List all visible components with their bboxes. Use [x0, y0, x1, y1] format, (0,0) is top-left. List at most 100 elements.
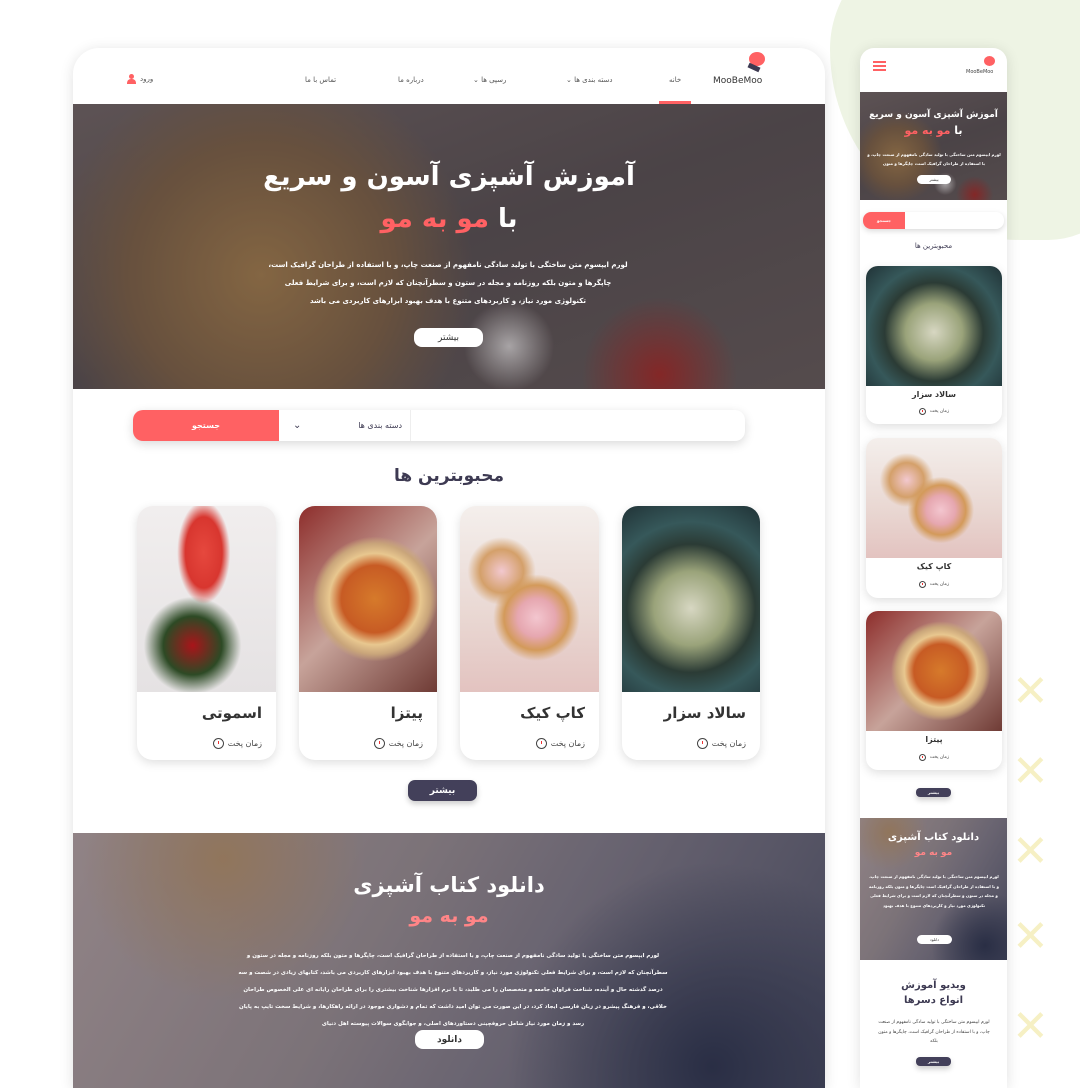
nav-recipes-label: رسپی ها: [481, 76, 507, 84]
nav-recipes[interactable]: رسپی ها ⌄: [473, 76, 506, 84]
hero-subtitle-with: با: [497, 204, 518, 234]
hero-more-button[interactable]: بیشتر: [414, 328, 483, 347]
decor-x-icon: ✕: [1012, 666, 1049, 717]
download-button[interactable]: دانلود: [415, 1030, 484, 1049]
hero-banner: آموزش آشپزی آسون و سریع با مو به مو لورم…: [73, 104, 825, 389]
clock-icon: [535, 738, 547, 749]
chevron-down-icon: ⌄: [473, 76, 479, 84]
clock-icon: [696, 738, 708, 749]
mobile-recipe-card[interactable]: سالاد سزار زمان پخت: [866, 266, 1002, 424]
hero-subtitle-accent: مو به مو: [380, 204, 489, 234]
cook-time-label: زمان پخت: [388, 739, 423, 748]
hero-subtitle: با مو به مو: [73, 204, 825, 234]
header-nav: MooBeMoo خانه دسته بندی ها ⌄ رسپی ها ⌄ د…: [73, 48, 825, 104]
recipe-card[interactable]: اسموتی زمان پخت: [137, 506, 276, 760]
nav-categories-label: دسته بندی ها: [574, 76, 613, 84]
hamburger-menu-icon[interactable]: [873, 61, 886, 71]
mobile-hero-more-button[interactable]: بیشتر: [917, 175, 951, 184]
mobile-video-title: ویدیو آموزش انواع دسرها: [860, 978, 1007, 1008]
brand-logo-text: MooBeMoo: [966, 69, 994, 75]
recipe-card[interactable]: کاپ کیک زمان پخت: [460, 506, 599, 760]
category-select-value: دسته بندی ها: [358, 421, 402, 430]
clock-icon: [918, 581, 926, 588]
mobile-search-input[interactable]: [905, 212, 1004, 229]
recipe-name: اسموتی: [201, 704, 262, 722]
search-button[interactable]: جستجو: [133, 410, 279, 441]
cook-time-label: زمان پخت: [711, 739, 746, 748]
popular-more-button[interactable]: بیشتر: [408, 780, 477, 801]
mobile-download-accent: مو به مو: [914, 848, 953, 858]
mobile-search-bar: جستجو: [863, 212, 1004, 229]
mobile-recipe-card[interactable]: کاپ کیک زمان پخت: [866, 438, 1002, 598]
login-label: ورود: [140, 75, 154, 83]
mobile-video-title-line2: انواع دسرها: [903, 995, 964, 1006]
decor-x-icon: ✕: [1012, 1001, 1049, 1052]
recipe-name: کاپ کیک: [916, 562, 952, 571]
mobile-search-button[interactable]: جستجو: [863, 212, 905, 229]
mobile-popular-title: محبوبترین ها: [914, 242, 953, 250]
cook-time-label: زمان پخت: [929, 409, 950, 414]
cook-time-label: زمان پخت: [227, 739, 262, 748]
download-paragraph: لورم ایپسوم متن ساختگی با تولید سادگی نا…: [238, 953, 668, 1027]
cook-time: زمان پخت: [535, 738, 585, 749]
recipe-name: سالاد سزار: [912, 390, 956, 399]
mobile-hero: آموزش آشپزی آسون و سریع با مو به مو لورم…: [860, 92, 1007, 200]
chevron-down-icon: ⌄: [566, 76, 572, 84]
cook-time-label: زمان پخت: [929, 582, 950, 587]
category-select[interactable]: ⌄ دسته بندی ها: [279, 410, 411, 441]
recipe-image: [622, 506, 760, 692]
search-input[interactable]: [411, 410, 745, 441]
clock-icon: [373, 738, 385, 749]
recipe-image: [460, 506, 599, 692]
mobile-hero-paragraph: لورم ایپسوم متن ساختگی با تولید سادگی نا…: [867, 152, 1001, 166]
nav-contact[interactable]: تماس با ما: [305, 76, 336, 84]
recipe-image: [866, 266, 1002, 386]
download-banner: دانلود کتاب آشپزی مو به مو لورم ایپسوم م…: [73, 833, 825, 1088]
nav-home[interactable]: خانه: [669, 76, 681, 84]
recipe-card[interactable]: پیتزا زمان پخت: [299, 506, 437, 760]
mobile-hero-accent: مو به مو: [904, 124, 951, 137]
cook-time: زمان پخت: [212, 738, 262, 749]
mobile-video-more-button[interactable]: بیشتر: [916, 1057, 951, 1066]
mobile-more-button[interactable]: بیشتر: [916, 788, 951, 797]
login-link[interactable]: ورود: [127, 74, 153, 84]
nav-about[interactable]: درباره ما: [398, 76, 424, 84]
decor-x-icon: ✕: [1012, 826, 1049, 877]
recipe-name: سالاد سزار: [663, 704, 746, 722]
clock-icon: [918, 408, 926, 415]
clock-icon: [918, 754, 926, 761]
chevron-down-icon: ⌄: [293, 420, 302, 431]
mobile-hero-with: با: [954, 124, 963, 137]
mobile-hero-title: آموزش آشپزی آسون و سریع: [869, 110, 998, 120]
recipe-card[interactable]: سالاد سزار زمان پخت: [622, 506, 760, 760]
recipe-name: پیتزا: [390, 704, 423, 722]
cook-time-label: زمان پخت: [550, 739, 585, 748]
recipe-name: پیتزا: [925, 735, 943, 744]
mobile-video-title-line1: ویدیو آموزش: [901, 980, 966, 991]
recipe-name: کاپ کیک: [520, 704, 585, 722]
mobile-download-title: دانلود کتاب آشپزی: [887, 832, 980, 843]
mobile-video-paragraph: لورم ایپسوم متن ساختگی با تولید سادگی نا…: [878, 1020, 990, 1044]
popular-title: محبوبترین ها: [393, 466, 505, 486]
decor-x-icon: ✕: [1012, 746, 1049, 797]
recipe-image: [299, 506, 437, 692]
recipe-image: [866, 438, 1002, 558]
cook-time: زمان پخت: [866, 408, 1002, 415]
mobile-download-paragraph: لورم ایپسوم متن ساختگی با تولید سادگی نا…: [868, 874, 1000, 908]
download-title: دانلود کتاب آشپزی: [353, 873, 545, 897]
mobile-recipe-card[interactable]: پیتزا زمان پخت: [866, 611, 1002, 770]
cook-time: زمان پخت: [866, 581, 1002, 588]
user-icon: [127, 74, 136, 84]
cook-time: زمان پخت: [696, 738, 746, 749]
download-accent: مو به مو: [409, 905, 489, 927]
recipe-image: [866, 611, 1002, 731]
nav-categories[interactable]: دسته بندی ها ⌄: [566, 76, 612, 84]
mobile-download-banner: دانلود کتاب آشپزی مو به مو لورم ایپسوم م…: [860, 818, 1007, 960]
brand-logo-text: MooBeMoo: [713, 76, 763, 86]
search-bar: جستجو ⌄ دسته بندی ها: [133, 410, 745, 441]
decor-x-icon: ✕: [1012, 911, 1049, 962]
hero-paragraph: لورم ایپسوم متن ساختگی با تولید سادگی نا…: [268, 261, 628, 305]
mobile-download-button[interactable]: دانلود: [917, 935, 952, 944]
mobile-mockup: MooBeMoo آموزش آشپزی آسون و سریع با مو ب…: [860, 48, 1007, 1088]
mobile-hero-subtitle: با مو به مو: [860, 124, 1007, 137]
